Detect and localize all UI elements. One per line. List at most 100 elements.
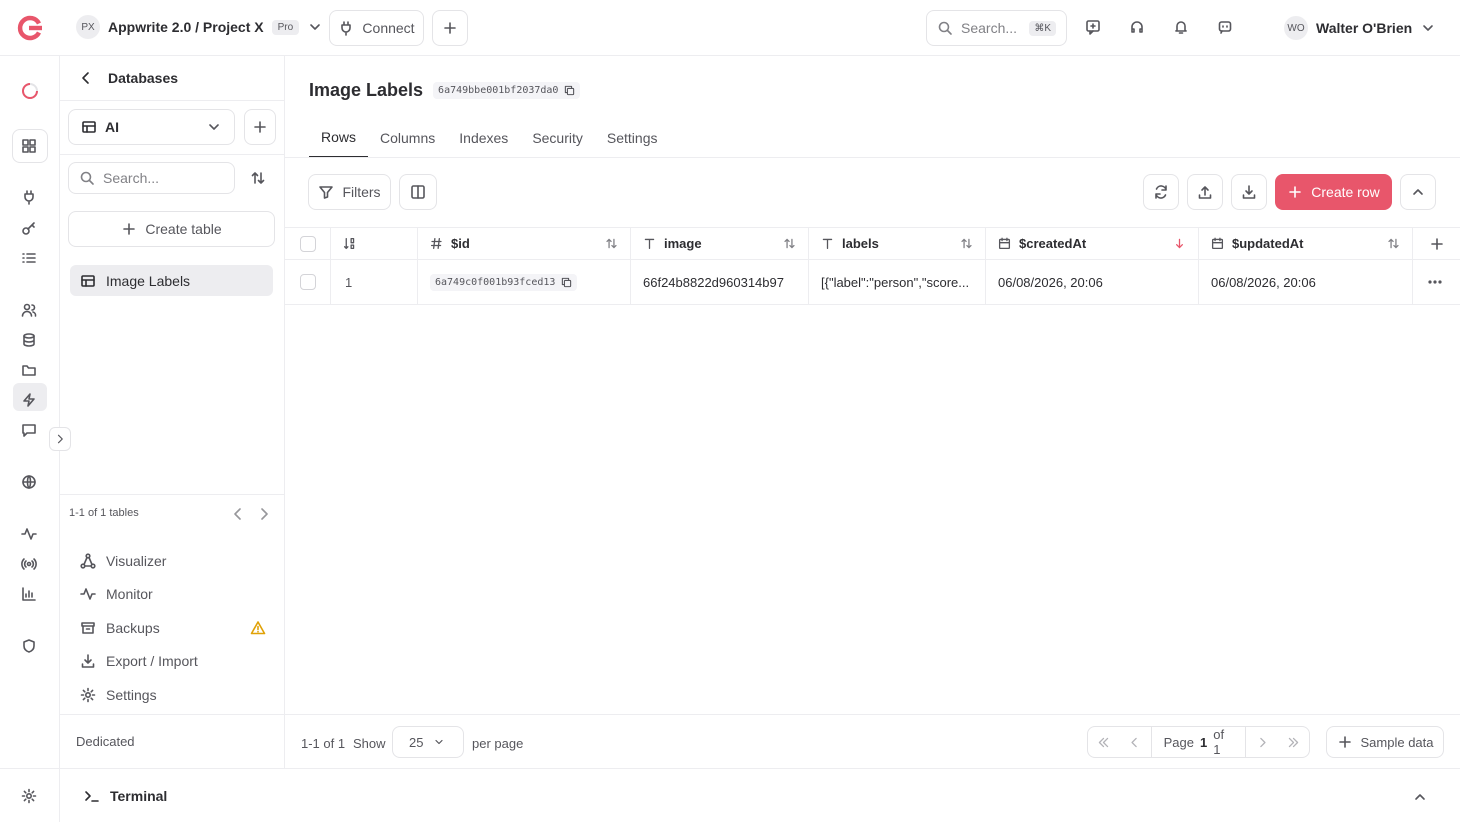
global-search[interactable]: Search... ⌘K [926, 10, 1067, 46]
database-icon [23, 333, 35, 347]
sort-icon[interactable] [783, 237, 796, 250]
column-header-id[interactable]: $id [418, 228, 631, 259]
plug-icon[interactable] [21, 189, 37, 205]
chevron-up-icon[interactable] [1412, 789, 1428, 805]
row-actions-cell [1413, 260, 1460, 304]
collapse-toolbar-button[interactable] [1400, 174, 1436, 210]
tab-settings[interactable]: Settings [595, 118, 670, 158]
messaging-icon[interactable] [21, 422, 37, 438]
users-icon[interactable] [21, 302, 37, 318]
sample-data-button[interactable]: Sample data [1326, 726, 1444, 758]
nav-visualizer[interactable]: Visualizer [80, 544, 266, 578]
page-total: of 1 [1213, 727, 1225, 757]
assistant-icon[interactable] [1217, 19, 1233, 35]
broadcast-icon[interactable] [21, 556, 37, 572]
row-id-cell[interactable]: 6a749c0f001b93fced13 [418, 260, 631, 304]
sort-icon[interactable] [960, 237, 973, 250]
row-id-chip[interactable]: 6a749c0f001b93fced13 [430, 273, 578, 291]
text-icon [822, 238, 833, 250]
last-page-button[interactable] [1278, 727, 1309, 757]
warning-icon [250, 620, 266, 635]
row-createdat-cell[interactable]: 06/08/2026, 20:06 [986, 260, 1199, 304]
connect-button[interactable]: Connect [329, 10, 424, 46]
sample-data-label: Sample data [1360, 734, 1434, 750]
feedback-icon[interactable] [1085, 19, 1101, 35]
nav-monitor[interactable]: Monitor [80, 578, 266, 612]
appwrite-logo-icon[interactable] [17, 15, 43, 41]
sidebar-divider [60, 494, 285, 495]
key-icon[interactable] [21, 220, 37, 236]
chevron-right-icon[interactable] [256, 506, 272, 522]
add-database-button[interactable] [244, 109, 276, 145]
refresh-button[interactable] [1143, 174, 1179, 210]
nav-export-import[interactable]: Export / Import [80, 645, 266, 679]
nav-backups[interactable]: Backups [80, 611, 266, 645]
plus-icon[interactable] [1429, 236, 1445, 252]
download-button[interactable] [1231, 174, 1267, 210]
nav-settings[interactable]: Settings [80, 678, 266, 712]
globe-icon[interactable] [21, 474, 37, 490]
pagination: Page 1 of 1 [1087, 726, 1310, 758]
sort-numeric-icon[interactable] [343, 237, 356, 250]
bar-chart-icon[interactable] [21, 586, 37, 602]
row-id: 6a749c0f001b93fced13 [435, 276, 556, 288]
select-all-checkbox[interactable] [300, 235, 316, 252]
filters-button[interactable]: Filters [308, 174, 391, 210]
page-label: Page [1163, 734, 1194, 750]
activity-icon[interactable] [21, 526, 37, 542]
tab-columns[interactable]: Columns [368, 118, 447, 158]
column-header-labels[interactable]: labels [809, 228, 986, 259]
row-labels-cell[interactable]: [{"label":"person","score... [809, 260, 986, 304]
arrow-down-icon[interactable] [1173, 237, 1186, 250]
bell-icon[interactable] [1173, 19, 1189, 35]
sort-icon[interactable] [605, 237, 618, 250]
prev-page-button[interactable] [1119, 727, 1150, 757]
terminal-icon [85, 790, 99, 802]
sidebar-table-image-labels[interactable]: Image Labels [70, 265, 273, 296]
more-horizontal-icon[interactable] [1427, 274, 1443, 290]
project-avatar: PX [76, 15, 100, 39]
tab-rows[interactable]: Rows [309, 118, 369, 158]
tab-security[interactable]: Security [520, 118, 595, 158]
column-header-updatedat[interactable]: $updatedAt [1199, 228, 1413, 259]
lightning-icon[interactable] [21, 392, 37, 408]
calendar-icon [1211, 237, 1224, 250]
chevron-left-icon[interactable] [230, 506, 246, 522]
tab-indexes[interactable]: Indexes [447, 118, 520, 158]
column-header-createdat[interactable]: $createdAt [986, 228, 1199, 259]
sort-icon[interactable] [1387, 237, 1400, 250]
gear-icon [80, 687, 96, 703]
row-checkbox[interactable] [300, 274, 316, 290]
folder-icon[interactable] [21, 362, 37, 378]
row-updatedat-cell[interactable]: 06/08/2026, 20:06 [1199, 260, 1413, 304]
search-icon [80, 171, 94, 185]
table-row[interactable]: 1 6a749c0f001b93fced13 66f24b8822d960314… [285, 260, 1460, 305]
sort-icon[interactable] [250, 170, 266, 186]
table-search-input[interactable]: Search... [68, 162, 235, 194]
expand-sidebar-button[interactable] [49, 427, 71, 451]
project-switcher[interactable]: PX Appwrite 2.0 / Project X Pro [76, 15, 323, 39]
user-menu[interactable]: WO Walter O'Brien [1284, 16, 1436, 40]
headset-icon[interactable] [1129, 19, 1145, 35]
terminal-bar[interactable]: Terminal [60, 768, 1460, 822]
add-button[interactable] [432, 10, 468, 46]
database-select[interactable]: AI [68, 109, 235, 145]
per-page-select[interactable]: 25 [392, 726, 464, 758]
first-page-button[interactable] [1088, 727, 1119, 757]
shield-icon[interactable] [21, 638, 37, 654]
create-table-button[interactable]: Create table [68, 211, 275, 247]
columns-toggle-button[interactable] [399, 174, 437, 210]
table-id-chip[interactable]: 6a749bbe001bf2037da0 [433, 82, 581, 99]
tasks-icon[interactable] [21, 250, 37, 266]
column-header-image[interactable]: image [631, 228, 809, 259]
upload-button[interactable] [1187, 174, 1223, 210]
search-shortcut: ⌘K [1029, 20, 1056, 36]
chevron-left-icon [1131, 737, 1138, 747]
gear-icon[interactable] [21, 788, 37, 804]
next-page-button[interactable] [1246, 727, 1277, 757]
back-to-databases[interactable]: Databases [60, 56, 285, 101]
overview-icon[interactable] [21, 138, 37, 154]
chevron-right-icon [57, 434, 63, 444]
row-image-cell[interactable]: 66f24b8822d960314b97 [631, 260, 809, 304]
create-row-button[interactable]: Create row [1275, 174, 1392, 210]
